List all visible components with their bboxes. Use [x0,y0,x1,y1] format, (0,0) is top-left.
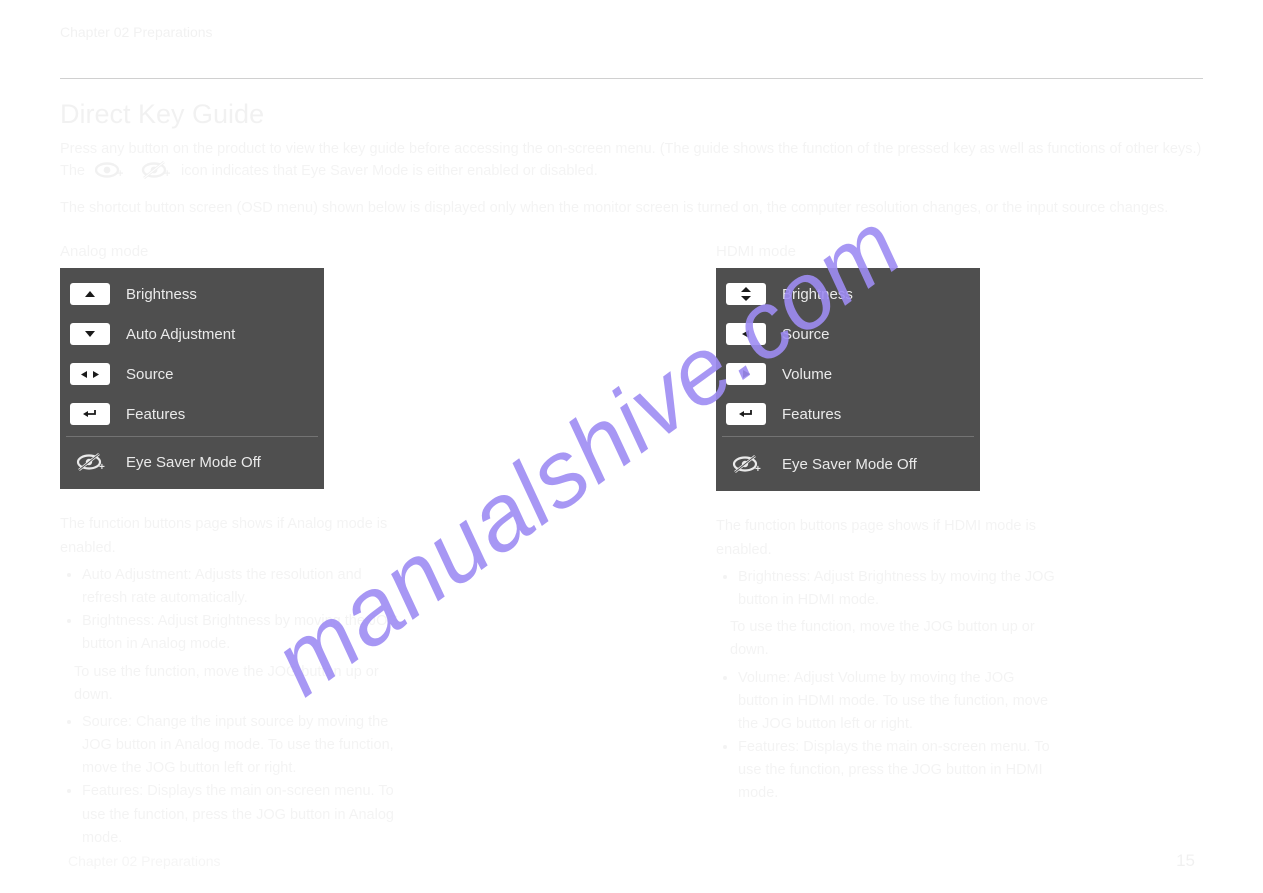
osd-label: Brightness [126,286,197,303]
hdmi-mode-label: HDMI mode [716,243,1056,260]
down-key-icon [70,323,110,345]
up-down-key-icon [726,283,766,305]
osd-row-eye-saver-analog: + Eye Saver Mode Off [60,437,324,489]
two-column-layout: Analog mode Brightness Auto Adjustment [60,233,1203,854]
osd-row-features-analog: Features [60,394,324,434]
note-item: Brightness: Adjust Brightness by moving … [82,610,400,656]
hdmi-notes: The function buttons page shows if HDMI … [716,515,1056,805]
page: Chapter 02 Preparations Direct Key Guide… [0,0,1263,893]
intro-paragraph: Press any button on the product to view … [60,138,1203,183]
eye-saver-on-icon: + [95,161,123,179]
note-item: Volume: Adjust Volume by moving the JOG … [738,667,1056,737]
osd-row-eye-saver-hdmi: + Eye Saver Mode Off [716,437,980,491]
hdmi-column: HDMI mode Brightness [716,233,1056,809]
footer-chapter: Chapter 02 Preparations [68,853,221,869]
eye-saver-off-icon: + [141,160,171,180]
note-item: Auto Adjustment: Adjusts the resolution … [82,564,400,610]
left-key-icon [726,323,766,345]
osd-label: Source [126,366,174,383]
hdmi-osd-panel: Brightness Source Volume [716,268,980,491]
up-key-icon [70,283,110,305]
intro-suffix: icon indicates that Eye Saver Mode is ei… [181,163,598,179]
analog-osd-panel: Brightness Auto Adjustment Source [60,268,324,489]
osd-label: Auto Adjustment [126,326,235,343]
enter-key-icon [726,403,766,425]
divider [60,78,1203,79]
left-right-key-icon [70,363,110,385]
note-sub: To use the function, move the JOG button… [60,661,400,707]
note-item: Features: Displays the main on-screen me… [738,736,1056,806]
note-title: The function buttons page shows if HDMI … [716,515,1056,561]
section-title: Direct Key Guide [60,99,1203,130]
osd-label: Features [126,406,185,423]
svg-text:+: + [117,168,123,179]
osd-row-source-hdmi: Source [716,314,980,354]
osd-row-volume-hdmi: Volume [716,354,980,394]
analog-column: Analog mode Brightness Auto Adjustment [60,233,400,854]
osd-label: Brightness [782,286,853,303]
osd-row-auto-adjust: Auto Adjustment [60,314,324,354]
page-number: 15 [1176,851,1195,871]
svg-text:+: + [755,464,761,475]
osd-label: Features [782,406,841,423]
svg-text:+: + [99,462,105,473]
eye-saver-off-icon: + [70,449,110,475]
note-item: Features: Displays the main on-screen me… [82,780,400,850]
footnote: The shortcut button screen (OSD menu) sh… [60,197,1203,219]
analog-notes: The function buttons page shows if Analo… [60,513,400,850]
enter-key-icon [70,403,110,425]
note-title: The function buttons page shows if Analo… [60,513,400,559]
note-item: Brightness: Adjust Brightness by moving … [738,566,1056,612]
note-sub: To use the function, move the JOG button… [716,616,1056,662]
osd-row-brightness-analog: Brightness [60,274,324,314]
svg-text:+: + [164,168,170,180]
note-item: Source: Change the input source by movin… [82,711,400,781]
osd-row-features-hdmi: Features [716,394,980,434]
osd-row-source-analog: Source [60,354,324,394]
chapter-heading: Chapter 02 Preparations [60,24,1203,40]
osd-row-brightness-hdmi: Brightness [716,274,980,314]
osd-label: Source [782,326,830,343]
analog-mode-label: Analog mode [60,243,400,260]
eye-saver-off-icon: + [726,451,766,477]
osd-label: Eye Saver Mode Off [782,456,917,473]
osd-label: Eye Saver Mode Off [126,454,261,471]
osd-label: Volume [782,366,832,383]
right-key-icon [726,363,766,385]
